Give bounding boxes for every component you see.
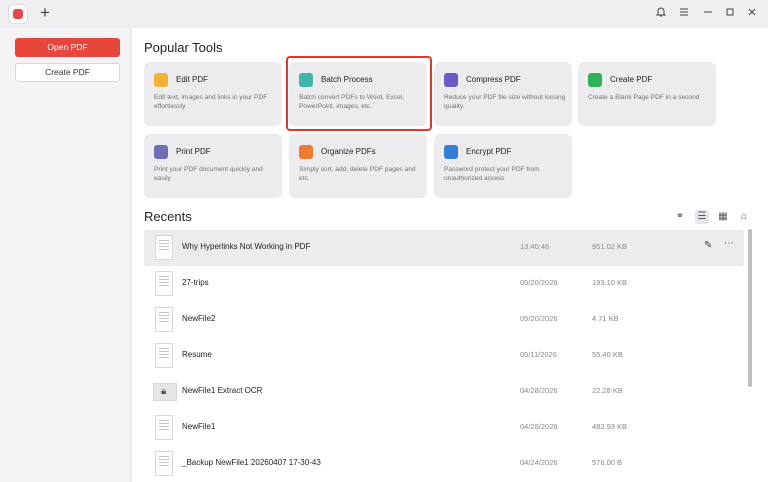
tool-desc: Print your PDF document quickly and easi… xyxy=(154,166,263,182)
grid-view-icon[interactable]: ▦ xyxy=(716,210,730,224)
tool-name: Print PDF xyxy=(176,147,211,156)
file-date: 05/20/2026 xyxy=(520,314,558,323)
file-name: NewFile1 Extract OCR xyxy=(182,386,263,395)
tool-print-pdf[interactable]: Print PDF Print your PDF document quickl… xyxy=(144,134,282,198)
tool-name: Create PDF xyxy=(610,75,653,84)
layers-icon xyxy=(299,145,313,159)
file-date: 13:40:46 xyxy=(520,242,550,251)
tool-name: Organize PDFs xyxy=(321,147,376,156)
list-item[interactable]: Why Hyperlinks Not Working in PDF 13:40:… xyxy=(144,230,744,266)
file-date: 04/24/2026 xyxy=(520,458,558,467)
file-thumbnail xyxy=(155,271,173,296)
minimize-icon[interactable] xyxy=(699,5,717,23)
app-logo xyxy=(9,5,27,23)
recents-title: Recents xyxy=(144,209,192,224)
tool-create-pdf[interactable]: Create PDF Create a Blank Page PDF in a … xyxy=(578,62,716,126)
list-item[interactable]: _Backup NewFile1 20260407 17-30-43 04/24… xyxy=(144,446,744,482)
compress-icon xyxy=(444,73,458,87)
tool-desc: Simply sort, add, delete PDF pages and e… xyxy=(299,166,416,182)
title-bar: + xyxy=(0,0,768,28)
file-size: 193.10 KB xyxy=(592,278,628,287)
tool-name: Compress PDF xyxy=(466,75,521,84)
maximize-icon[interactable] xyxy=(721,5,739,23)
file-thumbnail xyxy=(155,343,173,368)
file-name: 27-trips xyxy=(182,278,209,287)
tool-name: Encrypt PDF xyxy=(466,147,512,156)
list-item[interactable]: NewFile1 04/28/2026 482.93 KB xyxy=(144,410,744,446)
list-item[interactable]: 27-trips 05/20/2026 193.10 KB xyxy=(144,266,744,302)
file-date: 04/28/2026 xyxy=(520,422,558,431)
tool-desc: Password protect your PDF from unauthori… xyxy=(444,166,540,182)
more-icon[interactable]: ⋯ xyxy=(724,238,734,249)
edit-icon xyxy=(154,73,168,87)
file-thumbnail xyxy=(155,235,173,260)
file-name: _Backup NewFile1 20260407 17-30-43 xyxy=(182,458,321,467)
list-item[interactable]: NewFile2 05/20/2026 4.71 KB xyxy=(144,302,744,338)
file-size: 951.02 KB xyxy=(592,242,628,251)
tool-encrypt-pdf[interactable]: Encrypt PDF Password protect your PDF fr… xyxy=(434,134,572,198)
file-thumbnail: 🔒︎ xyxy=(153,383,177,401)
selection-highlight xyxy=(286,56,432,131)
tool-edit-pdf[interactable]: Edit PDF Edit text, images and links in … xyxy=(144,62,282,126)
create-pdf-button[interactable]: Create PDF xyxy=(15,63,120,82)
tool-desc: Create a Blank Page PDF in a second xyxy=(588,94,700,101)
pin-icon[interactable]: ✎ xyxy=(704,240,712,251)
plus-icon xyxy=(588,73,602,87)
popular-tools-title: Popular Tools xyxy=(144,40,223,55)
file-name: Resume xyxy=(182,350,212,359)
clear-icon[interactable]: ⌂ xyxy=(737,210,751,224)
tool-desc: Reduce your PDF file size without lossin… xyxy=(444,94,566,110)
file-size: 482.93 KB xyxy=(592,422,628,431)
file-thumbnail xyxy=(155,451,173,476)
tool-organize-pdfs[interactable]: Organize PDFs Simply sort, add, delete P… xyxy=(289,134,427,198)
filter-icon[interactable]: ⚭ xyxy=(673,210,687,224)
file-name: NewFile2 xyxy=(182,314,216,323)
bell-icon[interactable] xyxy=(652,5,670,23)
open-pdf-button[interactable]: Open PDF xyxy=(15,38,120,57)
file-date: 05/11/2026 xyxy=(520,350,557,359)
main-panel: Popular Tools Edit PDF Edit text, images… xyxy=(132,28,768,482)
scrollbar[interactable] xyxy=(748,229,752,387)
file-date: 05/20/2026 xyxy=(520,278,558,287)
file-name: Why Hyperlinks Not Working in PDF xyxy=(182,242,311,251)
lock-icon: 🔒︎ xyxy=(161,386,167,397)
list-item[interactable]: Resume 05/11/2026 55.40 KB xyxy=(144,338,744,374)
tool-name: Edit PDF xyxy=(176,75,209,84)
shield-icon xyxy=(444,145,458,159)
file-size: 22.28 KB xyxy=(592,386,623,395)
list-item[interactable]: 🔒︎ NewFile1 Extract OCR 04/28/2026 22.28… xyxy=(144,374,744,410)
file-thumbnail xyxy=(155,415,173,440)
file-date: 04/28/2026 xyxy=(520,386,558,395)
close-icon[interactable] xyxy=(743,5,761,23)
sidebar: Open PDF Create PDF xyxy=(0,28,131,482)
file-thumbnail xyxy=(155,307,173,332)
file-name: NewFile1 xyxy=(182,422,216,431)
list-view-icon[interactable]: ☰ xyxy=(695,210,709,224)
new-tab-button[interactable]: + xyxy=(37,3,53,23)
tool-compress-pdf[interactable]: Compress PDF Reduce your PDF file size w… xyxy=(434,62,572,126)
recent-files-list: Why Hyperlinks Not Working in PDF 13:40:… xyxy=(144,230,744,482)
file-size: 576.00 B xyxy=(592,458,623,467)
menu-icon[interactable] xyxy=(675,5,693,23)
file-size: 55.40 KB xyxy=(592,350,623,359)
tool-desc: Edit text, images and links in your PDF … xyxy=(154,94,268,110)
file-size: 4.71 KB xyxy=(592,314,619,323)
printer-icon xyxy=(154,145,168,159)
